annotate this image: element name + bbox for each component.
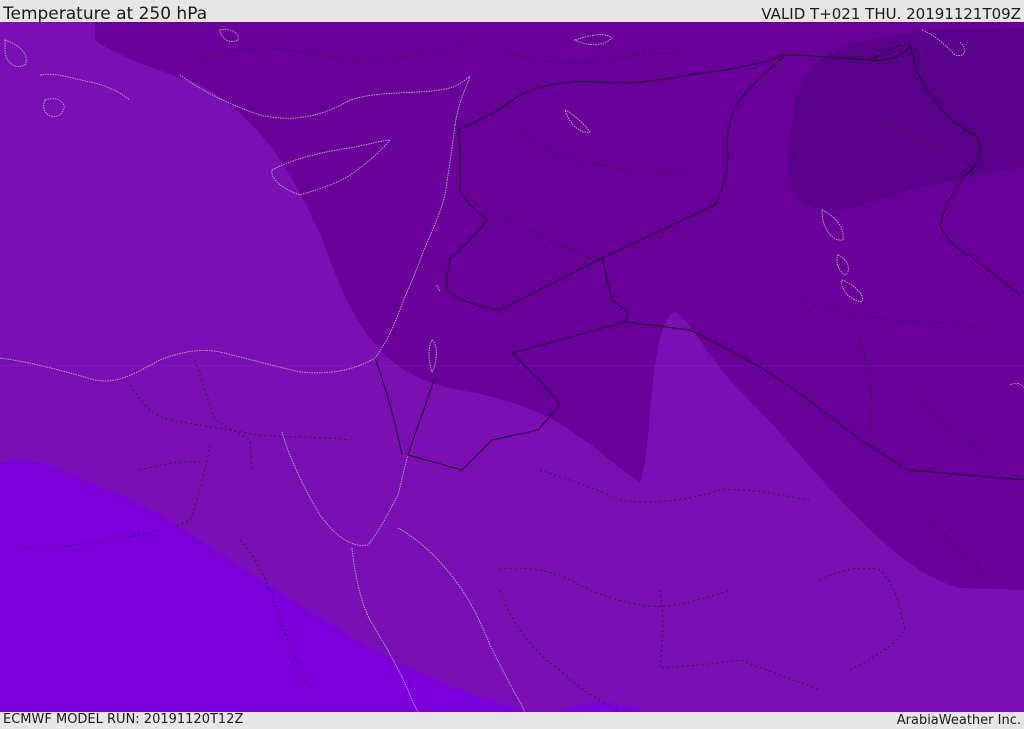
map-title: Temperature at 250 hPa	[3, 4, 208, 24]
credit: ArabiaWeather Inc.	[896, 713, 1021, 728]
footer-bar: ECMWF MODEL RUN: 20191120T12Z ArabiaWeat…	[0, 712, 1024, 729]
map-frame: Temperature at 250 hPa VALID T+021 THU. …	[0, 0, 1024, 729]
temperature-map	[0, 22, 1024, 712]
valid-time: VALID T+021 THU. 20191121T09Z	[761, 5, 1021, 23]
header-bar: Temperature at 250 hPa VALID T+021 THU. …	[0, 0, 1024, 24]
model-run: ECMWF MODEL RUN: 20191120T12Z	[3, 712, 244, 727]
